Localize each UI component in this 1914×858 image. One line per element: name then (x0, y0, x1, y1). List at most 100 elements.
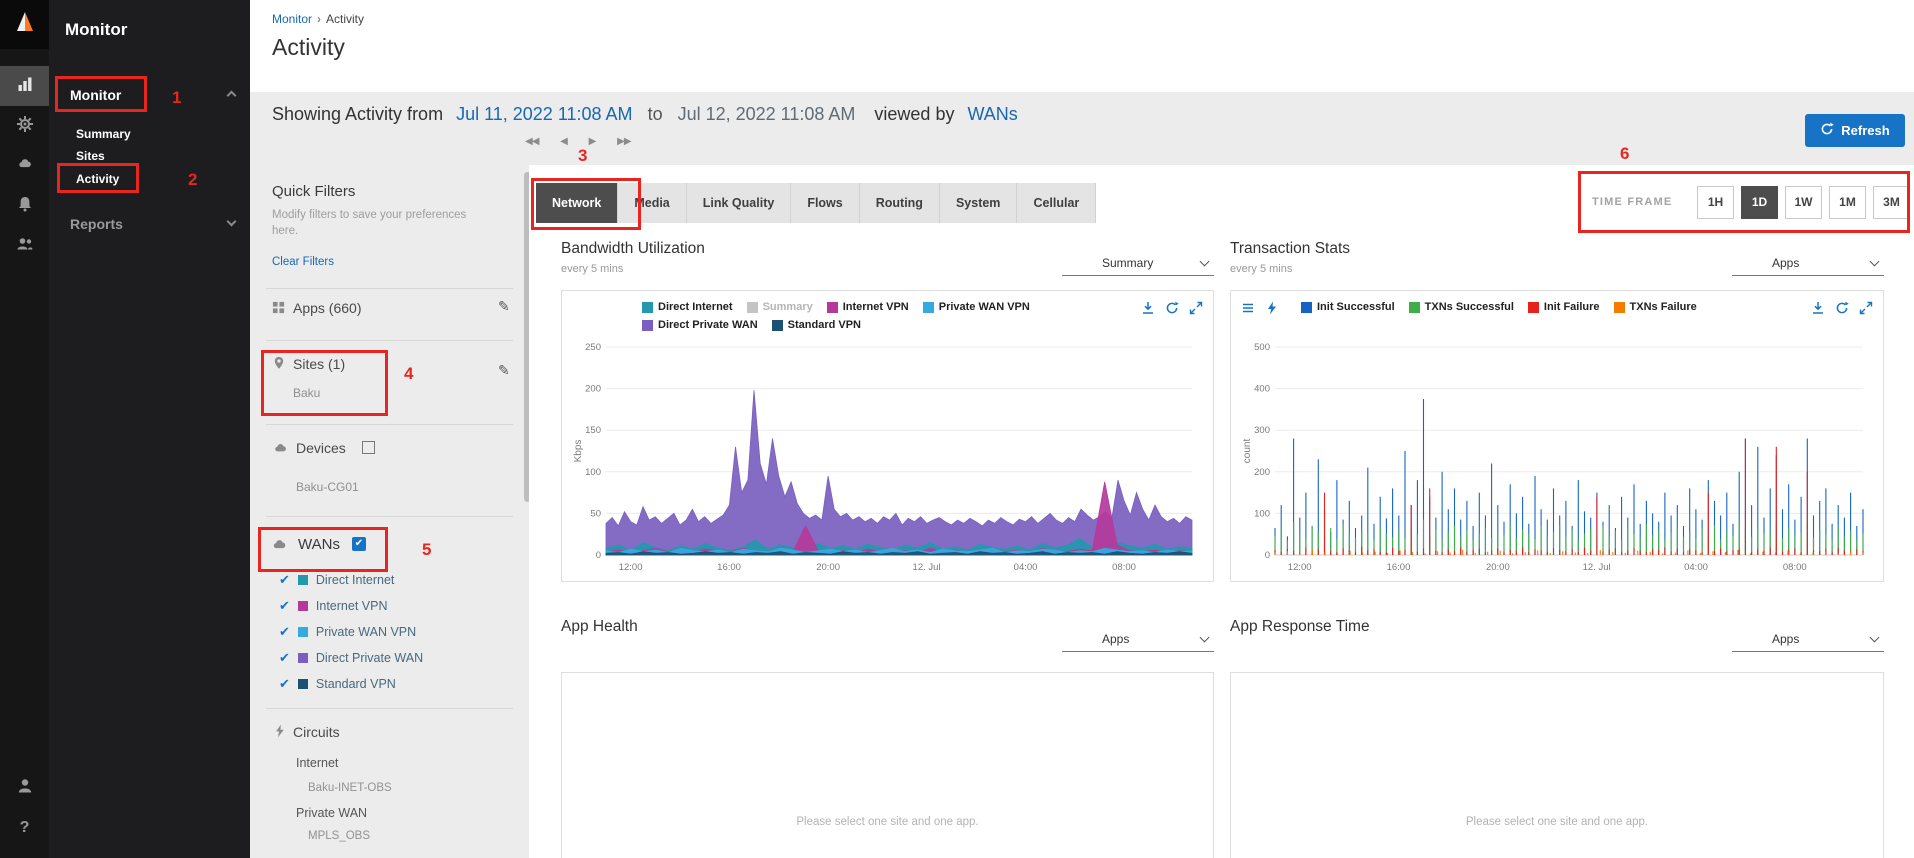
bandwidth-chart[interactable]: 0 50 100 150 200 250 12:00 16:00 20:00 12. Jul 04:… (570, 339, 1200, 575)
tab-media[interactable]: Media (618, 183, 687, 223)
refresh-button[interactable]: Refresh (1805, 114, 1905, 147)
timeframe-buttons: 1H 1D 1W 1M 3M (1697, 186, 1910, 219)
svg-text:04:00: 04:00 (1014, 562, 1038, 573)
legend-direct-private-wan[interactable]: Direct Private WAN (642, 319, 758, 331)
transactions-chart[interactable]: 0 100 200 300 400 500 12:00 16:00 20:00 12. Jul 04… (1239, 339, 1871, 575)
rail-account-button[interactable] (0, 768, 49, 808)
from-date-link[interactable]: Jul 11, 2022 11:08 AM (456, 104, 632, 124)
svg-text:16:00: 16:00 (1387, 562, 1411, 573)
wan-item-internet-vpn[interactable]: ✔ Internet VPN (279, 598, 387, 614)
legend-standard-vpn[interactable]: Standard VPN (771, 319, 861, 331)
timeframe-1d-button[interactable]: 1D (1741, 186, 1778, 219)
transactions-chart-actions (1811, 301, 1873, 315)
clear-filters-link[interactable]: Clear Filters (272, 256, 334, 268)
circuit-name[interactable]: MPLS_OBS (308, 830, 370, 842)
legend-swatch (771, 319, 783, 331)
rail-services-button[interactable] (0, 146, 49, 186)
circuit-name[interactable]: Baku-INET-OBS (308, 782, 392, 794)
rail-help-button[interactable]: ? (0, 808, 49, 848)
rail-monitor-button[interactable] (0, 66, 49, 106)
list-menu-icon[interactable] (1241, 301, 1255, 315)
rail-alerts-button[interactable] (0, 186, 49, 226)
tab-routing[interactable]: Routing (859, 183, 940, 223)
svg-text:count: count (1242, 439, 1253, 464)
prev-page-icon[interactable]: ◀ (560, 136, 568, 147)
download-icon[interactable] (1141, 301, 1155, 315)
apps-grid-icon (272, 301, 285, 319)
download-icon[interactable] (1811, 301, 1825, 315)
circuit-type[interactable]: Private WAN (296, 806, 367, 820)
legend-init-successful[interactable]: Init Successful (1301, 301, 1395, 313)
sidebar-item-sites[interactable]: Sites (76, 149, 105, 163)
reload-icon[interactable] (1165, 301, 1179, 315)
timeframe-1w-button[interactable]: 1W (1785, 186, 1822, 219)
device-item[interactable]: Baku-CG01 (296, 480, 359, 494)
lightning-icon[interactable] (1265, 301, 1279, 315)
filter-apps[interactable]: Apps (660) (293, 300, 361, 316)
legend-summary[interactable]: Summary (746, 301, 813, 313)
legend-swatch (1613, 301, 1625, 313)
expand-icon[interactable] (1859, 301, 1873, 315)
tab-cellular[interactable]: Cellular (1017, 183, 1097, 223)
wan-item-private-wan-vpn[interactable]: ✔ Private WAN VPN (279, 624, 416, 640)
timeframe-1h-button[interactable]: 1H (1697, 186, 1734, 219)
chevron-down-icon[interactable] (226, 216, 237, 227)
next-page-icon[interactable]: ▶ (589, 136, 597, 147)
wan-item-standard-vpn[interactable]: ✔ Standard VPN (279, 676, 396, 692)
app-response-dropdown[interactable]: Apps (1732, 626, 1884, 652)
edit-sites-pencil-icon[interactable]: ✎ (498, 362, 510, 379)
filter-circuits[interactable]: Circuits (293, 724, 340, 740)
divider (266, 424, 513, 425)
wan-item-direct-private-wan[interactable]: ✔ Direct Private WAN (279, 650, 423, 666)
alerts-bell-icon (16, 195, 34, 218)
filter-devices[interactable]: Devices (296, 440, 346, 456)
legend-swatch (922, 301, 934, 313)
breadcrumb-monitor-link[interactable]: Monitor (272, 12, 312, 26)
sidebar-item-reports[interactable]: Reports (70, 216, 123, 232)
sidebar-item-activity[interactable]: Activity (76, 172, 119, 186)
tab-link-quality[interactable]: Link Quality (686, 183, 792, 223)
legend-txns-failure[interactable]: TXNs Failure (1613, 301, 1697, 313)
chevron-up-icon[interactable] (226, 90, 237, 101)
edit-apps-pencil-icon[interactable]: ✎ (498, 298, 510, 315)
viewed-by-value-link[interactable]: WANs (967, 104, 1017, 124)
legend-swatch (826, 301, 838, 313)
legend-direct-internet[interactable]: Direct Internet (642, 301, 733, 313)
app-logo[interactable] (0, 0, 49, 49)
legend-internet-vpn[interactable]: Internet VPN (826, 301, 909, 313)
timeframe-1m-button[interactable]: 1M (1829, 186, 1866, 219)
legend-txns-successful[interactable]: TXNs Successful (1408, 301, 1514, 313)
sites-pin-icon (272, 356, 286, 375)
svg-text:20:00: 20:00 (1486, 562, 1510, 573)
svg-text:150: 150 (585, 425, 601, 436)
sidebar-item-monitor[interactable]: Monitor (70, 87, 121, 103)
rail-settings-button[interactable] (0, 106, 49, 146)
reload-icon[interactable] (1835, 301, 1849, 315)
expand-icon[interactable] (1189, 301, 1203, 315)
wan-item-direct-internet[interactable]: ✔ Direct Internet (279, 572, 394, 588)
tab-system[interactable]: System (939, 183, 1018, 223)
bandwidth-dropdown[interactable]: Summary (1062, 250, 1214, 276)
first-page-icon[interactable]: ◀◀ (525, 136, 539, 147)
services-cloud-icon (16, 157, 34, 176)
rail-users-button[interactable] (0, 226, 49, 266)
transactions-dropdown[interactable]: Apps (1732, 250, 1884, 276)
circuit-type[interactable]: Internet (296, 756, 338, 770)
tab-flows[interactable]: Flows (791, 183, 860, 223)
timeframe-3m-button[interactable]: 3M (1873, 186, 1910, 219)
devices-checkbox[interactable] (362, 441, 375, 454)
sidebar-item-summary[interactable]: Summary (76, 127, 131, 141)
svg-text:100: 100 (585, 467, 601, 478)
last-page-icon[interactable]: ▶▶ (617, 136, 631, 147)
svg-text:Kbps: Kbps (573, 440, 584, 463)
transactions-card: Init Successful TXNs Successful Init Fai… (1230, 290, 1884, 582)
filter-wans[interactable]: WANs (298, 536, 340, 553)
legend-init-failure[interactable]: Init Failure (1527, 301, 1600, 313)
filter-sites[interactable]: Sites (1) (293, 356, 345, 372)
app-health-dropdown[interactable]: Apps (1062, 626, 1214, 652)
wan-color-swatch (297, 679, 308, 689)
legend-private-wan-vpn[interactable]: Private WAN VPN (922, 301, 1030, 313)
svg-text:0: 0 (1265, 550, 1270, 561)
tab-network[interactable]: Network (536, 183, 619, 223)
wans-checkbox[interactable]: ✔ (352, 537, 366, 551)
